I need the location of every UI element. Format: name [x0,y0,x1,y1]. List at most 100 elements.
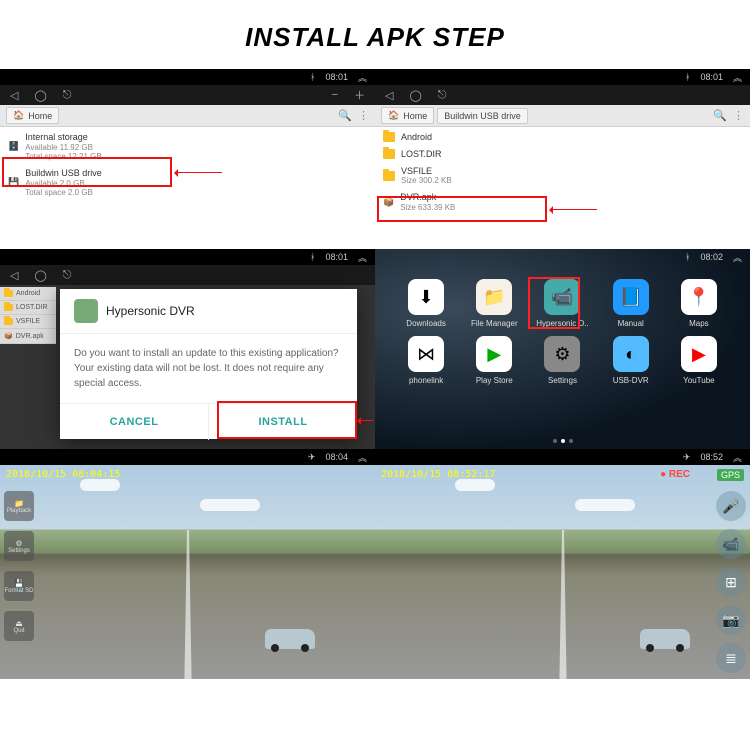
status-bar: ✈08:04︽ [0,449,375,465]
row-internal-storage[interactable]: 🗄️ Internal storageAvailable 11.92 GBTot… [0,129,375,165]
app-file-manager[interactable]: 📁File Manager [463,279,525,328]
crumb-home[interactable]: 🏠 Home [381,107,434,124]
page-title: INSTALL APK STEP [0,0,750,69]
arrow [551,209,597,210]
bluetooth-icon: ᚼ [310,72,315,82]
row-dvr-apk[interactable]: 📦DVR.apkSize 633.39 KB [375,189,750,215]
menu-icon[interactable]: ⋮ [733,109,744,122]
app-icon: ◐ [613,336,649,372]
back-icon[interactable]: ◁ [385,89,393,102]
breadcrumb: 🏠 Home 🔍 ⋮ [0,105,375,127]
recent-icon[interactable]: ⎋ [63,89,72,102]
app-label: YouTube [683,376,714,385]
menu-icon[interactable]: ⋮ [358,109,369,122]
panel-6-dvr-recording: ✈08:52︽ 2018/10/15 08:52:17 GPS ● REC 🎤 … [375,449,750,679]
install-button[interactable]: INSTALL [209,404,357,440]
gps-badge: GPS [717,469,744,481]
arrow [176,172,222,173]
nav-bar: ◁ ◯ ⎋ [375,85,750,105]
dialog-body: Do you want to install an update to this… [60,334,357,403]
app-label: phonelink [409,376,443,385]
app-icon: ▶ [476,336,512,372]
recent-icon[interactable]: ⎋ [438,89,447,102]
crumb-usb[interactable]: Buildwin USB drive [437,108,528,124]
panel-1-file-home: ᚼ 08:01 ︽ ◁ ◯ ⎋ − ＋ 🏠 Home 🔍 ⋮ 🗄️ Interna… [0,69,375,249]
row-lostdir[interactable]: LOST.DIR [375,146,750,163]
app-label: Play Store [476,376,513,385]
status-bar: ᚼ 08:01 ︽ [0,69,375,85]
app-label: Maps [689,319,709,328]
cancel-button[interactable]: CANCEL [60,404,208,440]
panel-5-dvr-menu: ✈08:04︽ 2018/10/15 08:04:15 📁Playback ⚙S… [0,449,375,679]
background-file-list: Android LOST.DIR VSFILE 📦DVR.apk [0,287,56,344]
breadcrumb: 🏠 Home Buildwin USB drive 🔍 ⋮ [375,105,750,127]
dialog-title: Hypersonic DVR [106,304,195,318]
app-icon: ▶ [681,336,717,372]
nav-bar: ◁◯⎋ [0,265,375,285]
app-icon: 📁 [476,279,512,315]
row-vsfile[interactable]: VSFILESize 300.2 KB [375,163,750,189]
app-label: USB-DVR [613,376,649,385]
apk-icon: 📦 [383,197,394,208]
grid-button[interactable]: ⊞ [716,567,746,597]
rec-indicator: ● REC [660,469,690,480]
status-bar: ᚼ08:01︽ [0,249,375,265]
folder-icon [383,171,395,181]
mic-button[interactable]: 🎤 [716,491,746,521]
app-icon: 📘 [613,279,649,315]
vol-down-icon[interactable]: − [332,89,338,101]
home-icon[interactable]: ◯ [409,89,421,102]
usb-icon: 💾 [8,177,19,188]
row-android[interactable]: Android [375,129,750,146]
app-hypersonic-d-[interactable]: 📹 Hypersonic D.. [531,279,593,328]
app-manual[interactable]: 📘 Manual [600,279,662,328]
list-button[interactable]: ≣ [716,643,746,673]
storage-icon: 🗄️ [8,141,19,152]
panel-2-file-usb: ᚼ 08:01︽ ◁ ◯ ⎋ 🏠 Home Buildwin USB drive… [375,69,750,249]
folder-icon [383,149,395,159]
nav-bar: ◁ ◯ ⎋ − ＋ [0,85,375,105]
row-usb-drive[interactable]: 💾 Buildwin USB driveAvailable 2.0 GBTota… [0,165,375,201]
back-icon[interactable]: ◁ [10,89,18,102]
app-usb-dvr[interactable]: ◐ USB-DVR [600,336,662,385]
app-youtube[interactable]: ▶ YouTube [668,336,730,385]
app-icon: 📹 [544,279,580,315]
app-play-store[interactable]: ▶ Play Store [463,336,525,385]
screenshot-grid: ᚼ 08:01 ︽ ◁ ◯ ⎋ − ＋ 🏠 Home 🔍 ⋮ 🗄️ Interna… [0,69,750,679]
app-label: Settings [548,376,577,385]
app-maps[interactable]: 📍Maps [668,279,730,328]
time-text: 08:01 [325,72,348,82]
folder-icon [383,132,395,142]
app-label: Downloads [406,319,446,328]
install-dialog: Hypersonic DVR Do you want to install an… [60,289,357,439]
record-button[interactable]: 📹 [716,529,746,559]
arrow [359,420,373,421]
back-icon[interactable]: ◁ [10,269,18,282]
search-icon[interactable]: 🔍 [338,109,352,122]
app-phonelink[interactable]: ⋈ phonelink [395,336,457,385]
timestamp: 2018/10/15 08:04:15 [6,469,120,480]
app-icon [74,299,98,323]
app-icon: ⋈ [408,336,444,372]
settings-button[interactable]: ⚙Settings [4,531,34,561]
quit-button[interactable]: ⏏Quit [4,611,34,641]
app-settings[interactable]: ⚙Settings [531,336,593,385]
format-button[interactable]: 💾Format SD [4,571,34,601]
dvr-side-menu: 📁Playback ⚙Settings 💾Format SD ⏏Quit [4,491,34,641]
page-indicator [553,439,573,443]
vol-up-icon[interactable]: ＋ [354,87,365,103]
playback-button[interactable]: 📁Playback [4,491,34,521]
chevron-up-icon: ︽ [358,71,367,84]
crumb-home[interactable]: 🏠 Home [6,107,59,124]
search-icon[interactable]: 🔍 [713,109,727,122]
app-label: Hypersonic D.. [536,319,588,328]
app-icon: ⬇ [408,279,444,315]
home-icon[interactable]: ◯ [34,89,46,102]
status-bar: ᚼ 08:01︽ [375,69,750,85]
photo-button[interactable]: 📷 [716,605,746,635]
app-downloads[interactable]: ⬇ Downloads [395,279,457,328]
bluetooth-icon: ᚼ [685,72,690,82]
app-label: Manual [618,319,644,328]
panel-3-install-dialog: ᚼ08:01︽ ◁◯⎋ Android LOST.DIR VSFILE 📦DVR… [0,249,375,449]
panel-4-launcher: ᚼ08:02︽ ⬇Downloads📁File Manager📹Hyperson… [375,249,750,449]
